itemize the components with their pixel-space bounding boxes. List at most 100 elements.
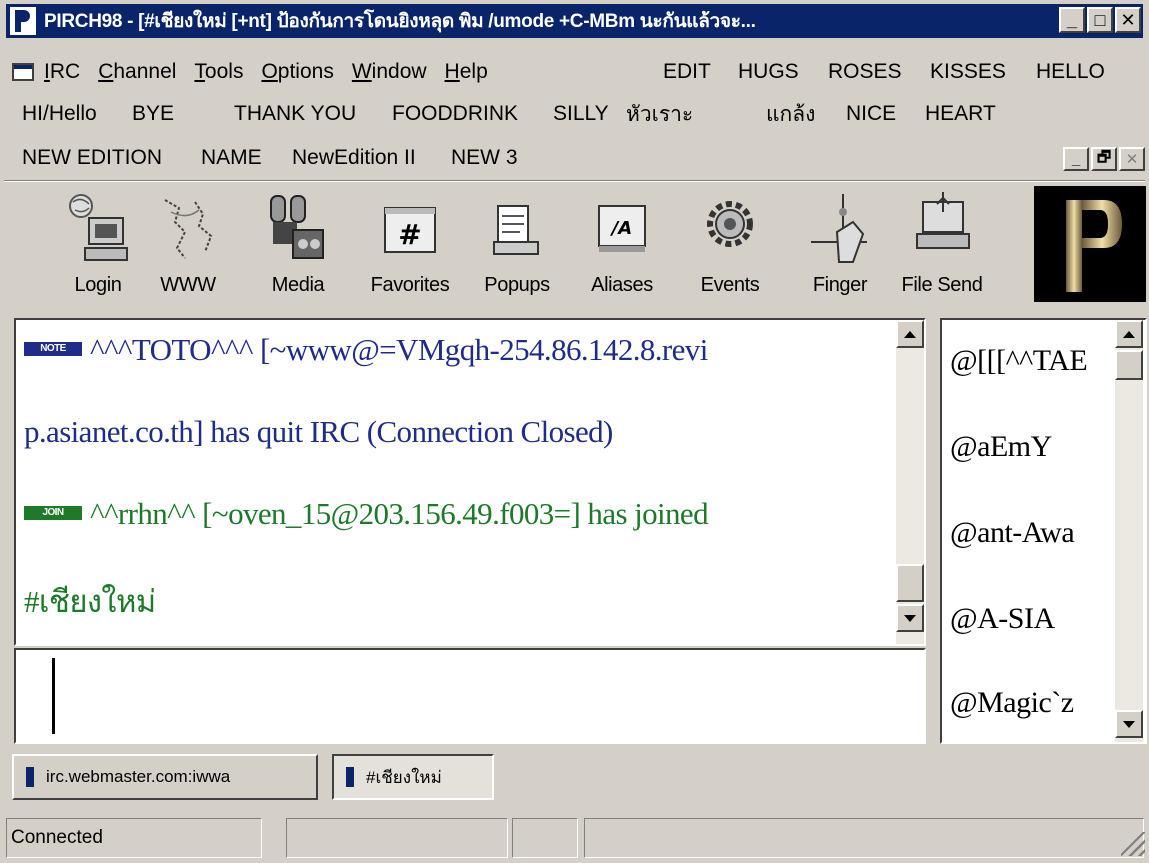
toolbar-finger-button[interactable]: Finger: [790, 184, 890, 308]
alias-hello[interactable]: HELLO: [1036, 60, 1105, 84]
toolbar-media-button[interactable]: Media: [248, 184, 348, 308]
window-title: PIRCH98 - [#เชียงใหม่ [+nt] ป้องกันการโด…: [44, 11, 756, 32]
chat-scrollbar[interactable]: [896, 320, 924, 644]
resize-grip[interactable]: [1121, 832, 1145, 856]
alias-silly[interactable]: SILLY: [553, 102, 609, 126]
nick-scroll-thumb[interactable]: [1115, 350, 1143, 380]
note-badge: NOTE: [24, 341, 82, 356]
alias-tease[interactable]: แกล้ง: [766, 98, 815, 131]
alias-nice[interactable]: NICE: [846, 102, 896, 126]
chat-line-text: p.asianet.co.th] has quit IRC (Connectio…: [24, 414, 613, 449]
nick-item[interactable]: @A-SIA: [950, 602, 1055, 636]
toolbar-popups-button[interactable]: Popups: [467, 184, 567, 308]
nick-item[interactable]: @Magic`z: [950, 686, 1074, 720]
child-window-controls: _ 🗗 ✕: [1063, 147, 1145, 171]
toolbar-favorites-label: Favorites: [370, 274, 450, 296]
events-gear-icon: [707, 201, 753, 247]
alias-edit[interactable]: EDIT: [663, 60, 711, 84]
alias-fooddrink[interactable]: FOODDRINK: [392, 102, 518, 126]
chat-line-join: JOIN ^^rrhn^^ [~oven_15@203.156.49.f003=]…: [24, 496, 709, 532]
arrow-down-icon: [904, 614, 916, 622]
window-icon: [26, 767, 34, 787]
toolbar-separator: [4, 180, 1145, 182]
chat-scroll-up-button[interactable]: [896, 320, 924, 348]
alias-row-2: HI/Hello BYE THANK YOU FOODDRINK SILLY ห…: [0, 98, 1149, 130]
chat-line-text: ^^^TOTO^^^ [~www@=VMgqh-254.86.142.8.rev…: [90, 332, 708, 367]
favorites-hash-icon: #: [384, 207, 436, 253]
nick-scroll-down-button[interactable]: [1115, 710, 1143, 738]
alias-name[interactable]: NAME: [201, 146, 262, 170]
alias-row-1: EDIT HUGS ROSES KISSES HELLO: [0, 56, 1149, 88]
alias-bye[interactable]: BYE: [132, 102, 174, 126]
minimize-button[interactable]: _: [1059, 7, 1085, 33]
title-bar[interactable]: PIRCH98 - [#เชียงใหม่ [+nt] ป้องกันการโด…: [6, 4, 1143, 38]
window-controls: _ □ ✕: [1059, 7, 1141, 33]
chat-line-note-continued: p.asianet.co.th] has quit IRC (Connectio…: [24, 414, 613, 450]
alias-row-3: NEW EDITION NAME NewEdition II NEW 3: [0, 142, 1149, 174]
svg-text:#: #: [398, 218, 421, 251]
alias-new-edition[interactable]: NEW EDITION: [22, 146, 162, 170]
tab-channel-label: #เชียงใหม่: [366, 767, 442, 787]
media-icon: [270, 195, 324, 259]
toolbar-file-send-label: File Send: [901, 274, 983, 296]
window-icon: [346, 767, 354, 787]
text-caret: [52, 658, 55, 734]
chat-messages-pane[interactable]: NOTE ^^^TOTO^^^ [~www@=VMgqh-254.86.142.8…: [14, 318, 926, 646]
chat-scroll-down-button[interactable]: [896, 604, 924, 632]
pirch-logo: [1034, 186, 1146, 302]
toolbar-login-label: Login: [74, 274, 122, 296]
toolbar-aliases-button[interactable]: /A Aliases: [572, 184, 672, 308]
svg-text:/A: /A: [610, 218, 633, 239]
chat-line-join-continued: #เชียงใหม่: [24, 576, 156, 626]
nick-item[interactable]: @aEmY: [950, 430, 1052, 464]
child-close-button[interactable]: ✕: [1119, 147, 1145, 171]
chat-scroll-thumb[interactable]: [896, 564, 924, 602]
arrow-down-icon: [1123, 720, 1135, 728]
toolbar-www-button[interactable]: WWW: [138, 184, 238, 308]
toolbar-www-label: WWW: [160, 274, 216, 296]
toolbar-finger-label: Finger: [812, 274, 868, 296]
alias-new-3[interactable]: NEW 3: [451, 146, 518, 170]
status-panel: [512, 818, 578, 858]
finger-icon: [811, 194, 867, 263]
chat-line-text: #เชียงใหม่: [24, 584, 156, 619]
popups-icon: [493, 205, 539, 255]
maximize-button[interactable]: □: [1087, 7, 1113, 33]
child-minimize-button[interactable]: _: [1063, 147, 1089, 171]
nick-item[interactable]: @ant-Awa: [950, 516, 1075, 550]
alias-laugh[interactable]: หัวเราะ: [626, 98, 693, 131]
toolbar-login-button[interactable]: Login: [48, 184, 148, 308]
login-computer-icon: [69, 194, 128, 261]
alias-newedition-ii[interactable]: NewEdition II: [292, 146, 416, 170]
nick-item[interactable]: @[[[^^TAE: [950, 344, 1088, 378]
alias-hi-hello[interactable]: HI/Hello: [22, 102, 97, 126]
chat-line-note: NOTE ^^^TOTO^^^ [~www@=VMgqh-254.86.142.8…: [24, 332, 708, 368]
toolbar-events-label: Events: [700, 274, 760, 296]
nick-scrollbar[interactable]: [1115, 320, 1143, 742]
arrow-up-icon: [1123, 330, 1135, 338]
toolbar-file-send-button[interactable]: File Send: [892, 184, 992, 308]
toolbar-popups-label: Popups: [484, 274, 550, 296]
tab-channel[interactable]: #เชียงใหม่: [332, 754, 494, 800]
alias-roses[interactable]: ROSES: [828, 60, 902, 84]
pirch-app-icon[interactable]: [10, 7, 36, 35]
close-button[interactable]: ✕: [1115, 7, 1141, 33]
alias-thank-you[interactable]: THANK YOU: [234, 102, 356, 126]
alias-kisses[interactable]: KISSES: [930, 60, 1006, 84]
toolbar: Login WWW Media # Favorites Popups /A Al…: [6, 184, 1143, 308]
nick-list[interactable]: @[[[^^TAE @aEmY @ant-Awa @A-SIA @Magic`z: [940, 318, 1147, 744]
toolbar-aliases-label: Aliases: [591, 274, 653, 296]
status-panel: [286, 818, 508, 858]
alias-hugs[interactable]: HUGS: [738, 60, 799, 84]
nick-scroll-up-button[interactable]: [1115, 320, 1143, 348]
join-badge: JOIN: [24, 505, 82, 520]
status-panel: [584, 818, 1144, 858]
message-input[interactable]: [14, 648, 926, 744]
alias-heart[interactable]: HEART: [925, 102, 996, 126]
child-restore-button[interactable]: 🗗: [1091, 147, 1117, 171]
status-bar: Connected: [6, 818, 1147, 858]
toolbar-events-button[interactable]: Events: [680, 184, 780, 308]
tab-server[interactable]: irc.webmaster.com:iwwa: [12, 754, 318, 800]
toolbar-media-label: Media: [271, 274, 325, 296]
toolbar-favorites-button[interactable]: # Favorites: [360, 184, 460, 308]
